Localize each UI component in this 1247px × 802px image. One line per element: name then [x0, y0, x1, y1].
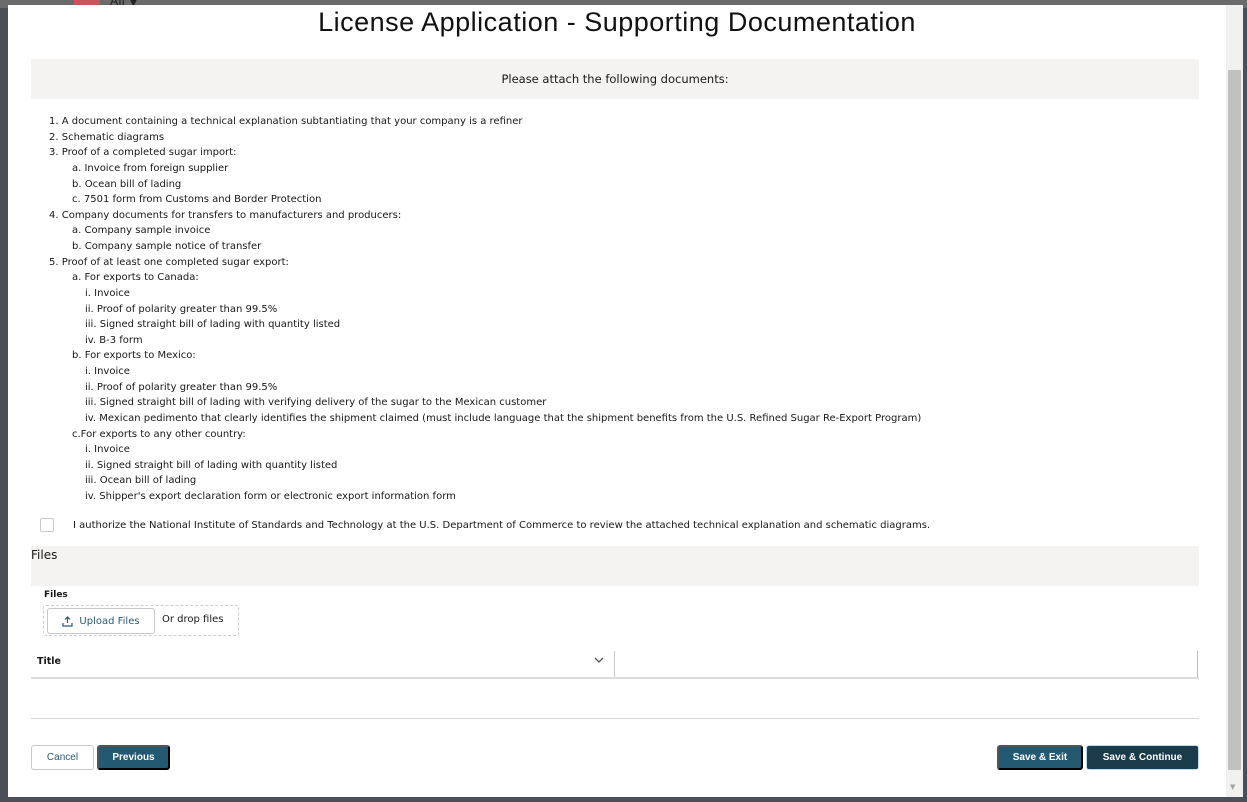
document-list-item: b. Ocean bill of lading — [72, 178, 182, 190]
previous-button[interactable]: Previous — [97, 745, 170, 770]
scroll-down-arrow-icon[interactable]: ▼ — [1230, 783, 1235, 791]
document-list-item: iv. B-3 form — [85, 334, 143, 346]
authorization-label: I authorize the National Institute of St… — [73, 519, 931, 531]
authorization-row: I authorize the National Institute of St… — [40, 518, 930, 532]
document-list-item: iv. Shipper's export declaration form or… — [85, 491, 456, 502]
scrollbar-thumb[interactable] — [1228, 70, 1241, 770]
document-list-item: a. For exports to Canada: — [72, 272, 199, 284]
files-field-label: Files — [44, 590, 68, 600]
document-list-item: a. Company sample invoice — [72, 225, 211, 237]
column-divider — [1197, 651, 1198, 677]
files-section-header: Files — [31, 546, 1199, 586]
document-list-item: 5. Proof of at least one completed sugar… — [49, 256, 289, 268]
document-list-item: a. Invoice from foreign supplier — [72, 162, 229, 174]
document-list-item: ii. Proof of polarity greater than 99.5% — [85, 381, 278, 393]
files-table: Title — [31, 649, 1199, 679]
license-application-modal: License Application - Supporting Documen… — [8, 5, 1226, 797]
required-documents-list: 1. A document containing a technical exp… — [8, 114, 921, 505]
document-list-item: iii. Ocean bill of lading — [85, 475, 197, 487]
scrollbar[interactable]: ▼ — [1226, 5, 1243, 797]
save-continue-button[interactable]: Save & Continue — [1086, 745, 1199, 770]
document-list-item: 3. Proof of a completed sugar import: — [49, 147, 237, 159]
upload-files-button[interactable]: Upload Files — [47, 608, 155, 634]
document-list-item: i. Invoice — [85, 444, 130, 456]
document-list-item: b. For exports to Mexico: — [72, 350, 196, 362]
chevron-down-icon[interactable] — [593, 654, 605, 666]
column-divider[interactable] — [614, 651, 615, 677]
document-list-item: iii. Signed straight bill of lading with… — [85, 319, 341, 331]
column-header-title[interactable]: Title — [37, 656, 61, 667]
document-list-item: i. Invoice — [85, 287, 130, 299]
document-list-item: 1. A document containing a technical exp… — [49, 116, 523, 127]
document-list-item: b. Company sample notice of transfer — [72, 241, 262, 252]
document-list-item: 2. Schematic diagrams — [49, 131, 165, 143]
upload-icon — [62, 615, 74, 627]
document-list-item: 4. Company documents for transfers to ma… — [49, 209, 402, 221]
drop-files-label: Or drop files — [162, 614, 224, 625]
page-title: License Application - Supporting Documen… — [318, 7, 916, 37]
save-exit-button[interactable]: Save & Exit — [997, 745, 1083, 770]
document-list-item: ii. Proof of polarity greater than 99.5% — [85, 303, 278, 315]
document-list-item: i. Invoice — [85, 366, 130, 377]
files-heading: Files — [31, 548, 58, 562]
file-drop-zone[interactable]: Upload Files Or drop files — [43, 605, 239, 636]
document-list-item: ii. Signed straight bill of lading with … — [85, 459, 338, 471]
document-list-item: iv. Mexican pedimento that clearly ident… — [85, 412, 922, 424]
document-list-item: c. 7501 form from Customs and Border Pro… — [72, 194, 322, 206]
document-list-item: c.For exports to any other country: — [72, 428, 246, 440]
cancel-button[interactable]: Cancel — [31, 745, 94, 770]
instructions-banner: Please attach the following documents: — [31, 59, 1199, 99]
upload-files-label: Upload Files — [79, 615, 140, 627]
document-list-item: iii. Signed straight bill of lading with… — [85, 397, 547, 409]
authorization-checkbox[interactable] — [40, 518, 54, 532]
footer-divider — [31, 718, 1199, 719]
